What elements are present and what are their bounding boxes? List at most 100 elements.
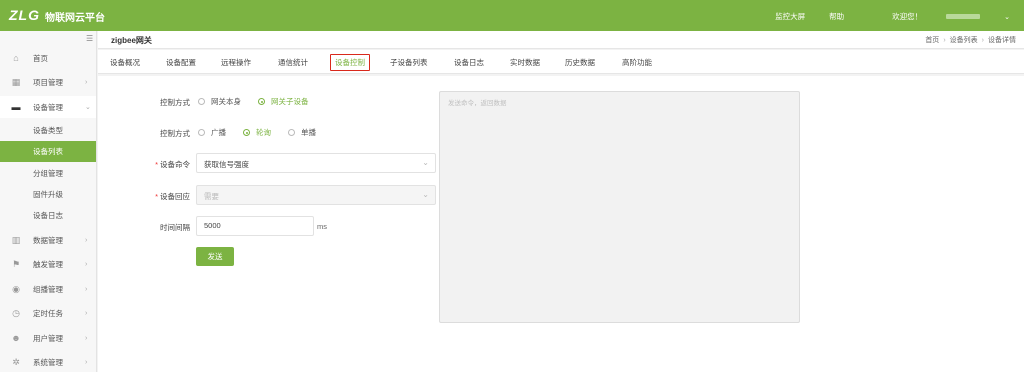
home-icon: ⌂ [13,53,19,63]
sidebar-item-data[interactable]: ▥ 数据管理 › [0,229,96,251]
control-mode-label: 控制方式 [160,129,190,138]
tab-config[interactable]: 设备配置 [166,57,196,68]
interval-unit: ms [317,222,327,231]
project-icon: ▦ [11,77,21,87]
top-bar: ZLG 物联网云平台 监控大屏 帮助 欢迎您！ ⌄ [0,0,1024,31]
breadcrumb-separator-icon: › [943,37,946,44]
select-value: 获取信号强度 [204,160,249,169]
breadcrumb: 首页 › 设备列表 › 设备详情 [925,35,1016,45]
result-textarea[interactable]: 发送命令，返回数据 [439,91,800,323]
sidebar-item-label: 触发管理 [33,259,63,269]
sidebar-item-home[interactable]: ⌂ 首页 [0,47,96,69]
user-icon: ☻ [11,333,21,343]
select-value: 需要 [204,192,219,201]
sidebar-subitem-device-type[interactable]: 设备类型 [0,120,96,141]
radio-dot [198,98,205,105]
radio-label: 网关子设备 [271,97,309,106]
control-mode-label: 控制方式 [160,98,190,107]
menu-collapse-icon[interactable]: ☰ [86,34,93,43]
sidebar-item-user[interactable]: ☻ 用户管理 › [0,327,96,349]
device-response-select: 需要 ⌄ [196,185,436,205]
device-command-label: * 设备命令 [155,160,190,169]
send-button[interactable]: 发送 [196,247,234,266]
sidebar-item-label: 首页 [33,53,48,63]
radio-dot [288,129,295,136]
tab-realtime[interactable]: 实时数据 [510,57,540,68]
welcome-text: 欢迎您！ [892,12,923,21]
time-interval-input[interactable]: 5000 [196,216,314,236]
sidebar-subitem-label: 设备类型 [33,126,63,135]
tab-history[interactable]: 历史数据 [565,57,595,68]
sidebar-item-label: 项目管理 [33,77,63,87]
sidebar-item-label: 用户管理 [33,333,63,343]
sidebar-item-label: 数据管理 [33,235,63,245]
tab-remote[interactable]: 远程操作 [221,57,251,68]
sidebar-item-label: 组播管理 [33,284,63,294]
sidebar-subitem-label: 设备列表 [33,147,63,156]
multicast-icon: ◉ [12,284,20,294]
label-text: 设备回应 [160,192,190,201]
radio-broadcast[interactable]: 广播 [198,127,226,138]
page-header: zigbee网关 首页 › 设备列表 › 设备详情 [98,31,1024,49]
sidebar-subitem-label: 设备日志 [33,211,63,220]
sidebar-subitem-group[interactable]: 分组管理 [0,163,96,184]
sidebar-item-project[interactable]: ▦ 项目管理 › [0,71,96,93]
chevron-right-icon: › [85,334,88,342]
tab-device-log[interactable]: 设备日志 [454,57,484,68]
user-menu[interactable]: 欢迎您！ ⌄ [868,11,1010,22]
sidebar: ☰ ⌂ 首页 ▦ 项目管理 › ▬ 设备管理 ⌄ 设备类型 设备列表 分组管理 … [0,31,97,372]
sidebar-subitem-device-list[interactable]: 设备列表 [0,141,96,162]
chevron-down-icon[interactable]: ⌄ [1004,13,1010,21]
chevron-down-icon: ⌄ [422,158,429,167]
page-title: zigbee网关 [111,36,152,45]
device-command-select[interactable]: 获取信号强度 ⌄ [196,153,436,173]
radio-dot [243,129,250,136]
zlg-logo[interactable]: ZLG [9,7,40,23]
chevron-right-icon: › [85,285,88,293]
radio-label: 广播 [211,128,226,137]
chevron-right-icon: › [85,260,88,268]
chevron-right-icon: › [85,78,88,86]
tab-overview[interactable]: 设备概况 [110,57,140,68]
radio-dot [258,98,265,105]
breadcrumb-device-list[interactable]: 设备列表 [950,37,978,44]
settings-icon: ✲ [12,357,20,367]
device-control-panel: 控制方式 网关本身 网关子设备 控制方式 广播 轮询 单播 * 设备命令 获取信号… [98,76,1024,372]
chevron-right-icon: › [85,358,88,366]
chevron-right-icon: › [85,236,88,244]
radio-label: 轮询 [256,128,271,137]
sidebar-item-label: 设备管理 [33,102,63,112]
radio-gateway-self[interactable]: 网关本身 [198,96,241,107]
help-link[interactable]: 帮助 [829,11,844,22]
sidebar-item-system[interactable]: ✲ 系统管理 › [0,351,96,372]
tab-device-control[interactable]: 设备控制 [330,54,370,71]
radio-label: 单播 [301,128,316,137]
username-redacted [946,14,981,19]
breadcrumb-home[interactable]: 首页 [925,37,939,44]
radio-label: 网关本身 [211,97,241,106]
sidebar-subitem-label: 固件升级 [33,190,63,199]
monitor-screen-link[interactable]: 监控大屏 [775,11,805,22]
sidebar-subitem-device-log[interactable]: 设备日志 [0,205,96,226]
time-interval-label: 时间间隔 [160,223,190,232]
sidebar-subitem-firmware[interactable]: 固件升级 [0,184,96,205]
radio-unicast[interactable]: 单播 [288,127,316,138]
radio-polling[interactable]: 轮询 [243,127,271,138]
sidebar-item-trigger[interactable]: ⚑ 触发管理 › [0,253,96,275]
tab-advanced[interactable]: 高阶功能 [622,57,652,68]
data-icon: ▥ [11,235,21,245]
sidebar-item-timer[interactable]: ◷ 定时任务 › [0,302,96,324]
chevron-down-icon: ⌄ [422,190,429,199]
tab-stats[interactable]: 通信统计 [278,57,308,68]
sidebar-item-label: 定时任务 [33,308,63,318]
device-icon: ▬ [11,102,21,112]
radio-gateway-subdevice[interactable]: 网关子设备 [258,96,309,107]
top-links: 监控大屏 帮助 欢迎您！ ⌄ [751,11,1010,22]
tab-sub-devices[interactable]: 子设备列表 [390,57,428,68]
sidebar-item-device[interactable]: ▬ 设备管理 ⌄ [0,96,96,118]
sidebar-item-multicast[interactable]: ◉ 组播管理 › [0,278,96,300]
chevron-down-icon: ⌄ [85,104,91,111]
sidebar-item-label: 系统管理 [33,357,63,367]
breadcrumb-separator-icon: › [981,37,984,44]
radio-dot [198,129,205,136]
